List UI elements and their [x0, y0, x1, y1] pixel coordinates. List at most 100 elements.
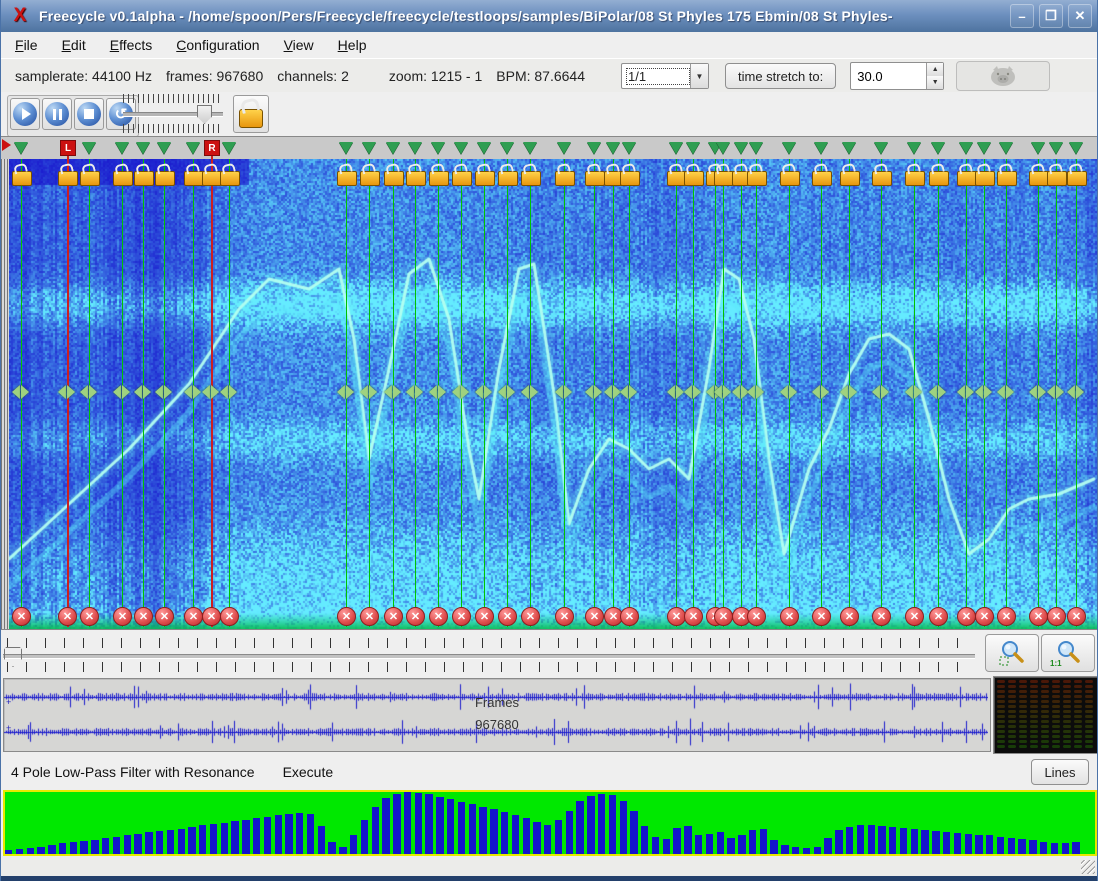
envelope-bar[interactable] — [124, 835, 131, 854]
envelope-bar[interactable] — [307, 814, 314, 854]
slice-move-icon[interactable] — [620, 385, 637, 399]
slice-handle-icon[interactable] — [408, 142, 422, 154]
slice-lock-icon[interactable] — [585, 171, 605, 186]
slice-delete-icon[interactable]: ✕ — [202, 607, 221, 626]
menu-item-help[interactable]: Help — [328, 35, 377, 55]
envelope-bar[interactable] — [760, 829, 767, 854]
envelope-bar[interactable] — [630, 811, 637, 854]
envelope-bar[interactable] — [695, 835, 702, 854]
envelope-bar[interactable] — [921, 830, 928, 854]
envelope-bar[interactable] — [415, 793, 422, 854]
slice-handle-icon[interactable] — [500, 142, 514, 154]
slice-delete-icon[interactable]: ✕ — [957, 607, 976, 626]
slice-lock-icon[interactable] — [58, 171, 78, 186]
slice-delete-icon[interactable]: ✕ — [1029, 607, 1048, 626]
envelope-bar[interactable] — [242, 820, 249, 854]
slice-delete-icon[interactable]: ✕ — [58, 607, 77, 626]
slice-delete-icon[interactable]: ✕ — [452, 607, 471, 626]
slice-handle-icon[interactable] — [669, 142, 683, 154]
slice-move-icon[interactable] — [780, 385, 797, 399]
slice-delete-icon[interactable]: ✕ — [80, 607, 99, 626]
waveform-overview[interactable]: ++ Frames 967680 — [3, 678, 991, 752]
envelope-bar[interactable] — [339, 847, 346, 854]
envelope-bar[interactable] — [1051, 843, 1058, 854]
envelope-bar[interactable] — [318, 826, 325, 854]
envelope-bar[interactable] — [16, 849, 23, 854]
slice-handle-icon[interactable] — [842, 142, 856, 154]
slice-delete-icon[interactable]: ✕ — [812, 607, 831, 626]
slice-lock-icon[interactable] — [1029, 171, 1049, 186]
envelope-bar[interactable] — [425, 794, 432, 854]
slice-handle-icon[interactable] — [734, 142, 748, 154]
envelope-bar[interactable] — [393, 794, 400, 854]
slice-handle-icon[interactable] — [716, 142, 730, 154]
chevron-down-icon[interactable]: ▼ — [690, 64, 708, 88]
slice-handle-icon[interactable] — [874, 142, 888, 154]
envelope-bar[interactable] — [975, 835, 982, 854]
slice-lock-icon[interactable] — [498, 171, 518, 186]
slice-handle-icon[interactable] — [339, 142, 353, 154]
minimize-button[interactable]: – — [1010, 4, 1034, 28]
slice-lock-icon[interactable] — [840, 171, 860, 186]
slice-move-icon[interactable] — [747, 385, 764, 399]
envelope-bar[interactable] — [814, 847, 821, 854]
envelope-bar[interactable] — [620, 801, 627, 854]
envelope-bar[interactable] — [954, 833, 961, 854]
slice-lock-icon[interactable] — [452, 171, 472, 186]
envelope-bar[interactable] — [231, 821, 238, 854]
zoom-selection-button[interactable] — [985, 634, 1039, 672]
envelope-bar[interactable] — [663, 839, 670, 854]
slice-delete-icon[interactable]: ✕ — [521, 607, 540, 626]
slice-handle-icon[interactable] — [1031, 142, 1045, 154]
envelope-bar[interactable] — [706, 834, 713, 854]
slice-lock-icon[interactable] — [220, 171, 240, 186]
slice-move-icon[interactable] — [997, 385, 1014, 399]
slice-move-icon[interactable] — [840, 385, 857, 399]
stretch-spinbox[interactable]: ▲ ▼ — [850, 62, 944, 90]
slice-lock-icon[interactable] — [957, 171, 977, 186]
slice-move-icon[interactable] — [975, 385, 992, 399]
slice-move-icon[interactable] — [585, 385, 602, 399]
slice-move-icon[interactable] — [58, 385, 75, 399]
slice-move-icon[interactable] — [872, 385, 889, 399]
slice-delete-icon[interactable]: ✕ — [840, 607, 859, 626]
slice-delete-icon[interactable]: ✕ — [620, 607, 639, 626]
menu-item-effects[interactable]: Effects — [100, 35, 163, 55]
envelope-bar[interactable] — [857, 825, 864, 854]
slice-lock-icon[interactable] — [929, 171, 949, 186]
splitter-grip[interactable] — [1, 137, 9, 629]
envelope-bar[interactable] — [264, 817, 271, 854]
envelope-bar[interactable] — [1029, 840, 1036, 854]
slice-move-icon[interactable] — [80, 385, 97, 399]
envelope-bar[interactable] — [900, 828, 907, 854]
spin-up-icon[interactable]: ▲ — [926, 63, 943, 76]
slice-move-icon[interactable] — [498, 385, 515, 399]
slice-move-icon[interactable] — [555, 385, 572, 399]
envelope-bar[interactable] — [113, 837, 120, 854]
slice-delete-icon[interactable]: ✕ — [905, 607, 924, 626]
slice-move-icon[interactable] — [134, 385, 151, 399]
slice-move-icon[interactable] — [452, 385, 469, 399]
slice-lock-icon[interactable] — [384, 171, 404, 186]
slice-handle-icon[interactable] — [454, 142, 468, 154]
envelope-bar[interactable] — [824, 838, 831, 854]
slice-move-icon[interactable] — [1067, 385, 1084, 399]
envelope-bar[interactable] — [145, 832, 152, 854]
menu-item-view[interactable]: View — [274, 35, 324, 55]
envelope-bar[interactable] — [447, 799, 454, 854]
time-stretch-button[interactable]: time stretch to: — [725, 63, 836, 89]
slice-move-icon[interactable] — [406, 385, 423, 399]
envelope-bar[interactable] — [684, 826, 691, 854]
slice-lock-icon[interactable] — [337, 171, 357, 186]
slice-move-icon[interactable] — [667, 385, 684, 399]
slice-delete-icon[interactable]: ✕ — [780, 607, 799, 626]
slice-handle-icon[interactable] — [222, 142, 236, 154]
envelope-bar[interactable] — [576, 801, 583, 854]
slice-lock-icon[interactable] — [747, 171, 767, 186]
export-button[interactable] — [956, 61, 1050, 91]
slice-move-icon[interactable] — [812, 385, 829, 399]
slice-lock-icon[interactable] — [184, 171, 204, 186]
envelope-bar[interactable] — [523, 818, 530, 854]
slice-delete-icon[interactable]: ✕ — [406, 607, 425, 626]
slice-move-icon[interactable] — [337, 385, 354, 399]
